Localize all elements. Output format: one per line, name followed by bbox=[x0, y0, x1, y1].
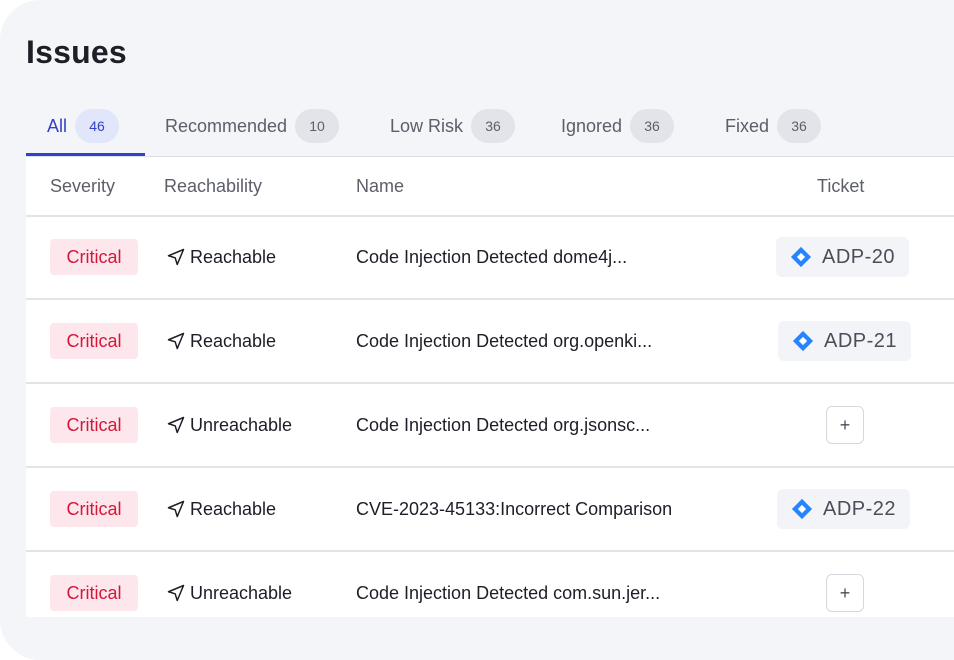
ticket-link[interactable]: ADP-20 bbox=[776, 237, 910, 277]
issue-name[interactable]: Code Injection Detected dome4j... bbox=[356, 216, 627, 298]
tab-label: Recommended bbox=[165, 115, 288, 136]
table-row[interactable]: Critical Reachable Code Injection Detect… bbox=[26, 300, 954, 384]
navigation-arrow-icon bbox=[167, 500, 185, 518]
tab-label: Low Risk bbox=[390, 115, 464, 136]
ticket-link[interactable]: ADP-22 bbox=[777, 489, 911, 529]
tab-count: 36 bbox=[471, 109, 516, 143]
header-name[interactable]: Name bbox=[356, 157, 404, 215]
navigation-arrow-icon bbox=[167, 332, 185, 350]
reachability-label: Unreachable bbox=[190, 582, 293, 603]
header-severity[interactable]: Severity bbox=[50, 157, 115, 215]
ticket-id: ADP-21 bbox=[824, 329, 898, 352]
reachability-label: Reachable bbox=[190, 330, 277, 351]
table-row[interactable]: Critical Unreachable Code Injection Dete… bbox=[26, 552, 954, 634]
header-reachability[interactable]: Reachability bbox=[164, 157, 262, 215]
table-row[interactable]: Critical Reachable Code Injection Detect… bbox=[26, 216, 954, 300]
tab-fixed[interactable]: Fixed 36 bbox=[725, 104, 822, 148]
add-ticket-button[interactable]: + bbox=[826, 406, 864, 444]
severity-badge: Critical bbox=[50, 323, 138, 359]
tab-ignored[interactable]: Ignored 36 bbox=[561, 104, 675, 148]
active-tab-indicator bbox=[26, 153, 145, 156]
tab-count: 46 bbox=[75, 109, 120, 143]
issue-name[interactable]: Code Injection Detected org.openki... bbox=[356, 300, 652, 382]
issues-panel: Issues All 46 Recommended 10 Low Risk 36… bbox=[0, 0, 954, 660]
tab-label: Fixed bbox=[725, 115, 770, 136]
tab-all[interactable]: All 46 bbox=[47, 104, 120, 148]
navigation-arrow-icon bbox=[167, 584, 185, 602]
ticket-id: ADP-20 bbox=[822, 245, 896, 268]
reachability-label: Unreachable bbox=[190, 414, 293, 435]
tab-count: 36 bbox=[630, 109, 675, 143]
ticket-link[interactable]: ADP-21 bbox=[778, 321, 912, 361]
ticket-id: ADP-22 bbox=[823, 497, 897, 520]
tab-count: 36 bbox=[777, 109, 822, 143]
issue-name[interactable]: Code Injection Detected com.sun.jer... bbox=[356, 552, 660, 634]
severity-badge: Critical bbox=[50, 491, 138, 527]
navigation-arrow-icon bbox=[167, 416, 185, 434]
jira-icon bbox=[790, 246, 812, 268]
reachability-label: Reachable bbox=[190, 498, 277, 519]
header-ticket[interactable]: Ticket bbox=[817, 157, 864, 215]
jira-icon bbox=[792, 330, 814, 352]
navigation-arrow-icon bbox=[167, 248, 185, 266]
issue-name[interactable]: CVE-2023-45133:Incorrect Comparison bbox=[356, 468, 672, 550]
severity-badge: Critical bbox=[50, 239, 138, 275]
table-row[interactable]: Critical Unreachable Code Injection Dete… bbox=[26, 384, 954, 468]
table-row[interactable]: Critical Reachable CVE-2023-45133:Incorr… bbox=[26, 468, 954, 552]
add-ticket-button[interactable]: + bbox=[826, 574, 864, 612]
issues-table: Severity Reachability Name Ticket Critic… bbox=[26, 157, 954, 617]
tab-label: All bbox=[47, 115, 68, 136]
page-title: Issues bbox=[26, 34, 127, 70]
tab-recommended[interactable]: Recommended 10 bbox=[165, 104, 340, 148]
jira-icon bbox=[791, 498, 813, 520]
severity-badge: Critical bbox=[50, 575, 138, 611]
issue-name[interactable]: Code Injection Detected org.jsonsc... bbox=[356, 384, 650, 466]
severity-badge: Critical bbox=[50, 407, 138, 443]
table-header: Severity Reachability Name Ticket bbox=[26, 157, 954, 217]
issue-tabs: All 46 Recommended 10 Low Risk 36 Ignore… bbox=[26, 104, 954, 158]
tab-label: Ignored bbox=[561, 115, 623, 136]
tab-count: 10 bbox=[295, 109, 340, 143]
reachability-label: Reachable bbox=[190, 246, 277, 267]
tab-low-risk[interactable]: Low Risk 36 bbox=[390, 104, 516, 148]
